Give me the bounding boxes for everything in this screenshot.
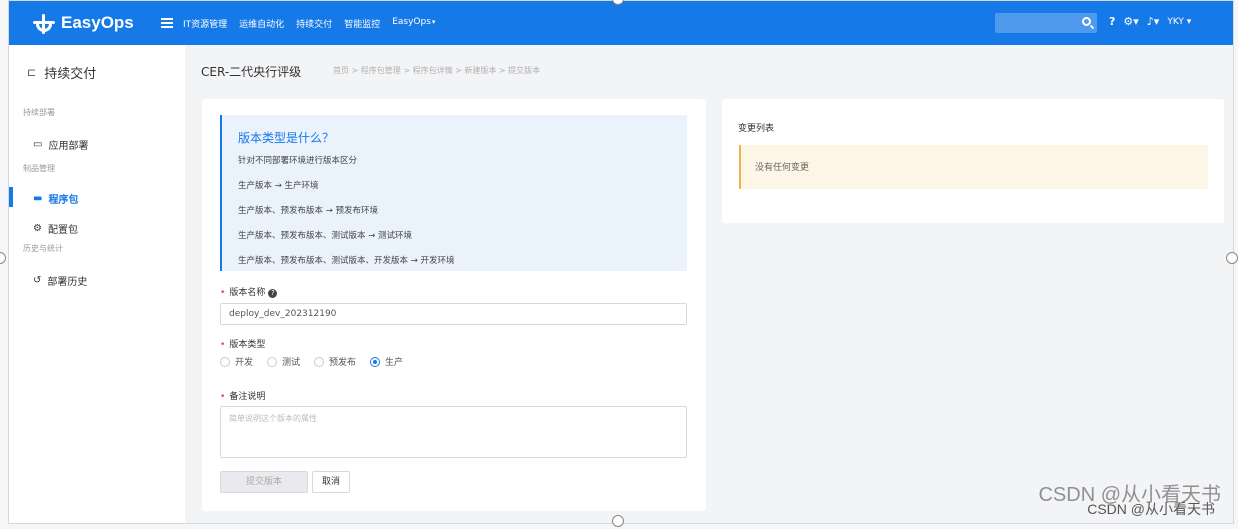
- version-type-radio-group: 开发 测试 预发布 生产: [220, 355, 403, 368]
- change-list-title: 变更列表: [738, 124, 775, 134]
- nav-item-it-resources[interactable]: IT资源管理: [183, 17, 227, 30]
- sidebar-title-label: 持续交付: [44, 67, 97, 82]
- top-actions: ? ⚙▾ ♪▾ YKY ▾: [1109, 15, 1191, 28]
- info-line: 生产版本、预发布版本、测试版本 → 测试环境: [238, 231, 413, 241]
- sidebar-group-artifacts: 制品管理: [23, 164, 55, 173]
- watermark-small: CSDN @从小看天书: [1087, 501, 1215, 517]
- change-list-panel: 变更列表 没有任何变更: [722, 99, 1224, 223]
- search-icon[interactable]: [1082, 17, 1091, 26]
- sidebar-item-label: 程序包: [48, 195, 79, 206]
- bell-icon[interactable]: ♪▾: [1147, 15, 1160, 28]
- radio-test[interactable]: 测试: [267, 355, 300, 368]
- empty-change-notice: 没有任何变更: [739, 145, 1208, 189]
- radio-dot: [267, 356, 278, 367]
- help-icon[interactable]: ?: [268, 289, 278, 298]
- info-subtitle: 针对不同部署环境进行版本区分: [238, 156, 358, 166]
- cancel-button[interactable]: 取消: [312, 471, 350, 493]
- sidebar-item-label: 配置包: [47, 225, 78, 236]
- user-name: YKY: [1167, 16, 1184, 27]
- radio-dev[interactable]: 开发: [220, 355, 253, 368]
- version-form-panel: 版本类型是什么？ 针对不同部署环境进行版本区分 生产版本 → 生产环境 生产版本…: [202, 99, 706, 511]
- logo-icon: [33, 12, 55, 34]
- package-icon: ▬: [33, 193, 43, 204]
- version-name-label: • 版本名称?: [220, 285, 278, 298]
- submit-version-button[interactable]: 提交版本: [220, 471, 308, 493]
- radio-staging[interactable]: 预发布: [314, 355, 356, 368]
- page-title: CER-二代央行评级: [201, 65, 302, 79]
- version-name-label-text: 版本名称: [229, 288, 266, 298]
- radio-label: 预发布: [329, 358, 357, 368]
- required-marker: •: [220, 340, 226, 350]
- active-indicator: [9, 187, 13, 207]
- monitor-icon: ▭: [33, 139, 43, 150]
- info-title: 版本类型是什么？: [238, 131, 335, 145]
- sidebar-title: ⊏ 持续交付: [27, 63, 96, 82]
- info-line: 生产版本 → 生产环境: [238, 181, 319, 191]
- breadcrumb[interactable]: 首页 > 程序包管理 > 程序包详情 > 新建版本 > 提交版本: [333, 65, 540, 76]
- sidebar-group-history: 历史与统计: [23, 244, 63, 253]
- sidebar-item-deploy-history[interactable]: ↺ 部署历史: [33, 273, 87, 288]
- logo[interactable]: EasyOps: [33, 12, 153, 34]
- sidebar-item-package[interactable]: ▬ 程序包: [33, 191, 78, 206]
- sidebar-item-label: 部署历史: [47, 277, 88, 288]
- help-icon[interactable]: ?: [1109, 15, 1115, 28]
- nav-item-easyops[interactable]: EasyOps▾: [392, 17, 435, 30]
- sidebar: ⊏ 持续交付 持续部署 ▭ 应用部署 制品管理 ▬ 程序包 ⚙ 配置包 历史与统…: [9, 45, 185, 523]
- collapse-icon[interactable]: ⊏: [27, 66, 36, 79]
- version-name-input[interactable]: deploy_dev_202312190: [220, 303, 687, 325]
- radio-dot-checked: [370, 356, 381, 367]
- search-input[interactable]: [995, 13, 1097, 33]
- nav-item-ops-automation[interactable]: 运维自动化: [239, 17, 284, 30]
- remark-textarea[interactable]: 简单说明这个版本的属性: [220, 406, 687, 458]
- chevron-down-icon: ▾: [431, 17, 436, 26]
- version-type-label: • 版本类型: [220, 337, 265, 350]
- app-window: EasyOps IT资源管理 运维自动化 持续交付 智能监控 EasyOps▾ …: [8, 0, 1234, 524]
- sidebar-item-config-package[interactable]: ⚙ 配置包: [33, 221, 78, 236]
- top-navbar: EasyOps IT资源管理 运维自动化 持续交付 智能监控 EasyOps▾ …: [9, 1, 1233, 45]
- radio-dot: [220, 356, 230, 367]
- version-type-info: 版本类型是什么？ 针对不同部署环境进行版本区分 生产版本 → 生产环境 生产版本…: [220, 115, 687, 271]
- nav-item-smart-monitoring[interactable]: 智能监控: [344, 17, 380, 30]
- top-nav-menu: IT资源管理 运维自动化 持续交付 智能监控 EasyOps▾: [183, 17, 447, 30]
- resize-handle[interactable]: [0, 252, 6, 264]
- gear-icon[interactable]: ⚙▾: [1123, 15, 1138, 28]
- resize-handle[interactable]: [1226, 252, 1238, 264]
- radio-label: 测试: [282, 358, 301, 368]
- settings-icon: ⚙: [33, 223, 42, 234]
- menu-icon[interactable]: [161, 18, 173, 28]
- info-line: 生产版本、预发布版本 → 预发布环境: [238, 206, 379, 216]
- radio-production[interactable]: 生产: [370, 355, 403, 368]
- sidebar-item-app-deploy[interactable]: ▭ 应用部署: [33, 137, 88, 152]
- required-marker: •: [220, 392, 226, 402]
- remark-label-text: 备注说明: [229, 392, 266, 402]
- history-icon: ↺: [33, 275, 42, 286]
- remark-label: • 备注说明: [220, 389, 265, 402]
- version-type-label-text: 版本类型: [229, 340, 266, 350]
- nav-item-continuous-delivery[interactable]: 持续交付: [296, 17, 332, 30]
- sidebar-item-label: 应用部署: [48, 141, 89, 152]
- sidebar-group-deploy: 持续部署: [23, 108, 55, 117]
- user-menu[interactable]: YKY ▾: [1167, 17, 1191, 27]
- nav-item-easyops-label: EasyOps: [392, 16, 431, 27]
- info-line: 生产版本、预发布版本、测试版本、开发版本 → 开发环境: [238, 256, 455, 266]
- resize-handle[interactable]: [612, 515, 624, 527]
- required-marker: •: [220, 288, 226, 298]
- radio-dot: [314, 356, 325, 367]
- logo-text: EasyOps: [61, 13, 134, 32]
- radio-label: 开发: [235, 358, 254, 368]
- radio-label: 生产: [385, 358, 404, 368]
